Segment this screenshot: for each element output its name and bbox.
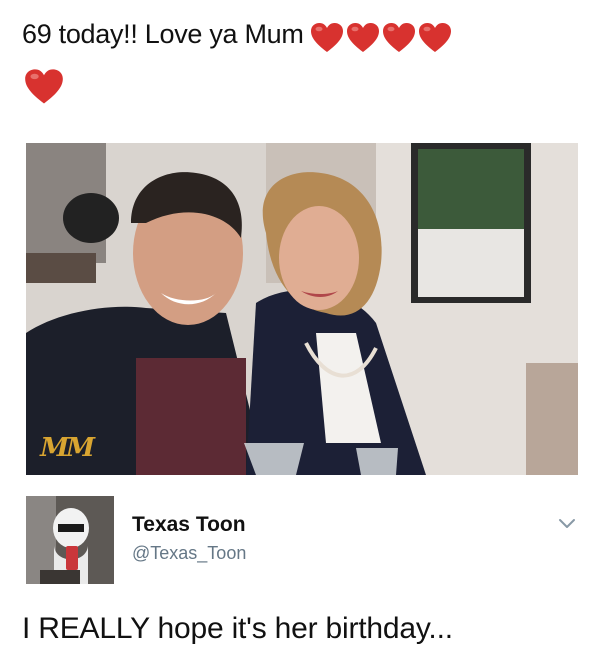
post-caption: 69 today!! Love ya Mum (22, 14, 592, 56)
tweet-display-name[interactable]: Texas Toon (132, 513, 246, 537)
avatar[interactable] (26, 496, 114, 584)
tweet-handle[interactable]: @Texas_Toon (132, 543, 246, 564)
heart-icon (310, 22, 344, 54)
chevron-down-icon[interactable] (556, 512, 578, 534)
heart-icon (418, 22, 452, 54)
photo-overlay-text: MM (36, 433, 95, 463)
post-photo[interactable]: MM (26, 143, 578, 475)
heart-icon (346, 22, 380, 54)
tweet-text: I REALLY hope it's her birthday... (22, 612, 453, 645)
heart-group (310, 16, 454, 56)
heart-icon (382, 22, 416, 54)
heart-icon (24, 68, 64, 106)
post-caption-text: 69 today!! Love ya Mum (22, 19, 304, 49)
